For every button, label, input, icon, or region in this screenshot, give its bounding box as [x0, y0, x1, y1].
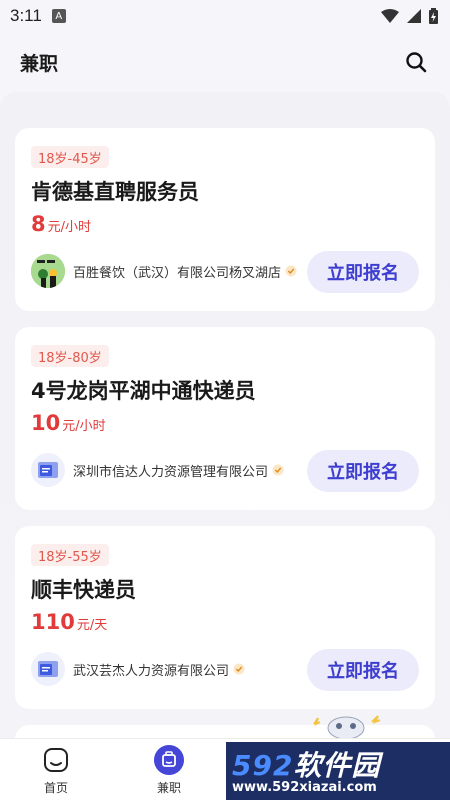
verified-icon — [285, 265, 297, 277]
briefcase-icon — [154, 745, 184, 775]
tab-home[interactable]: 首页 — [28, 739, 84, 800]
battery-icon — [429, 8, 438, 24]
salary: 8 元/小时 — [31, 212, 91, 236]
salary-unit: 元/天 — [76, 618, 108, 633]
company-logo — [31, 652, 65, 686]
salary: 10 元/小时 — [31, 411, 106, 435]
watermark-brand: 592软件园 — [232, 749, 381, 782]
app-header: 兼职 — [0, 32, 450, 92]
job-title: 顺丰快递员 — [31, 578, 136, 602]
apply-button[interactable]: 立即报名 — [307, 649, 419, 691]
job-title: 肯德基直聘服务员 — [31, 180, 199, 204]
company-name: 深圳市信达人力资源管理有限公司 — [73, 464, 269, 480]
search-icon — [406, 52, 427, 73]
apply-button[interactable]: 立即报名 — [307, 251, 419, 293]
company-card-icon — [38, 462, 58, 478]
status-bar: 3:11 A — [0, 0, 450, 32]
age-tag: 18岁-80岁 — [31, 345, 109, 367]
verified-icon — [272, 464, 284, 476]
page-title: 兼职 — [20, 52, 59, 75]
job-card[interactable]: 18岁-80岁 4号龙岗平湖中通快递员 10 元/小时 深圳市信达人力资源管理有… — [15, 327, 435, 510]
company-name: 百胜餐饮（武汉）有限公司杨叉湖店 — [73, 265, 282, 281]
home-icon — [41, 745, 71, 775]
age-tag: 18岁-55岁 — [31, 544, 109, 566]
search-button[interactable] — [402, 48, 430, 76]
status-time: 3:11 — [10, 6, 42, 25]
job-card[interactable]: 18岁-55岁 顺丰快递员 110 元/天 武汉芸杰人力资源有限公司 立即报名 — [15, 526, 435, 709]
salary-amount: 10 — [31, 411, 61, 435]
notification-icon: A — [51, 9, 66, 23]
wifi-icon — [381, 9, 399, 23]
kfc-logo-icon — [31, 254, 65, 288]
company-name: 武汉芸杰人力资源有限公司 — [73, 663, 230, 679]
site-watermark: 592软件园 www.592xiazai.com — [226, 742, 450, 800]
company-row: 深圳市信达人力资源管理有限公司 — [31, 453, 284, 487]
tab-parttime-label: 兼职 — [156, 781, 181, 795]
watermark-url: www.592xiazai.com — [232, 780, 377, 795]
salary-unit: 元/小时 — [47, 220, 92, 235]
job-title: 4号龙岗平湖中通快递员 — [31, 379, 256, 403]
company-row: 武汉芸杰人力资源有限公司 — [31, 652, 245, 686]
job-card[interactable]: 18岁-45岁 肯德基直聘服务员 8 元/小时 百胜餐饮（武汉）有限公司杨叉湖店 — [15, 128, 435, 311]
job-list[interactable]: 18岁-45岁 肯德基直聘服务员 8 元/小时 百胜餐饮（武汉）有限公司杨叉湖店 — [0, 92, 450, 738]
salary: 110 元/天 — [31, 610, 107, 634]
salary-amount: 110 — [31, 610, 75, 634]
age-tag: 18岁-45岁 — [31, 146, 109, 168]
company-logo — [31, 453, 65, 487]
salary-unit: 元/小时 — [62, 419, 106, 434]
game-controller-mascot-icon — [313, 715, 381, 740]
status-icons — [381, 8, 438, 24]
company-card-icon — [38, 661, 58, 677]
company-row: 百胜餐饮（武汉）有限公司杨叉湖店 — [31, 254, 297, 288]
signal-icon — [407, 9, 421, 23]
salary-amount: 8 — [31, 212, 46, 236]
apply-button[interactable]: 立即报名 — [307, 450, 419, 492]
tab-parttime[interactable]: 兼职 — [141, 739, 197, 800]
company-logo — [31, 254, 65, 288]
verified-icon — [233, 663, 245, 675]
tab-home-label: 首页 — [43, 781, 68, 795]
